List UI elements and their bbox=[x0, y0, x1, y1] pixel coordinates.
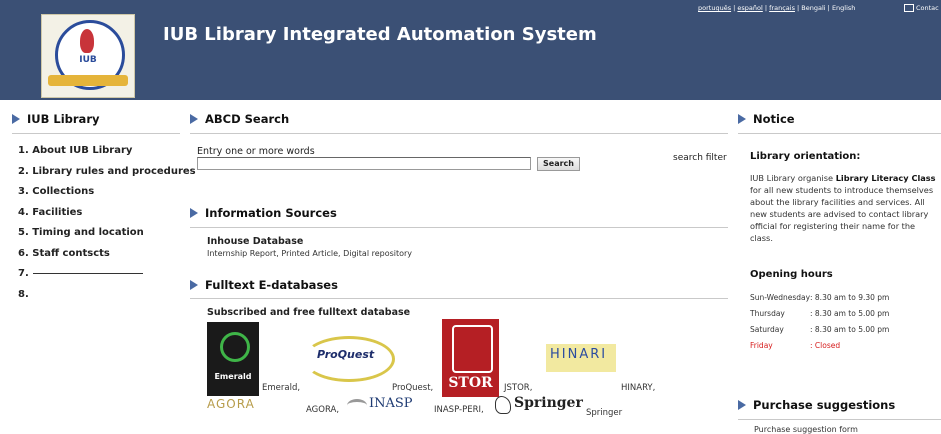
contact-link[interactable]: Contac bbox=[904, 4, 939, 12]
logo-flame-icon bbox=[80, 29, 94, 53]
hours-time: : Closed bbox=[810, 341, 841, 350]
proquest-caption: ProQuest, bbox=[392, 383, 434, 393]
iub-logo[interactable]: IUB bbox=[41, 14, 135, 98]
menu-item-staff[interactable]: 6. Staff contscts bbox=[18, 248, 196, 269]
menu-item-8[interactable]: 8. bbox=[18, 289, 196, 310]
fulltext-heading: Fulltext E-databases bbox=[190, 278, 338, 292]
divider bbox=[738, 133, 941, 134]
divider bbox=[190, 133, 728, 134]
emerald-e-icon bbox=[220, 332, 250, 362]
divider bbox=[12, 133, 180, 134]
notice-heading-label: Notice bbox=[753, 112, 795, 126]
hours-row-closed: Friday : Closed bbox=[750, 341, 889, 357]
notice-heading: Notice bbox=[738, 112, 795, 126]
arrow-right-icon bbox=[190, 280, 198, 290]
mail-icon bbox=[904, 4, 914, 12]
hinari-logo[interactable]: HINARI bbox=[546, 344, 616, 372]
inhouse-db-desc: Internship Report, Printed Article, Digi… bbox=[207, 249, 413, 258]
purchase-form-link[interactable]: Purchase suggestion form bbox=[754, 425, 858, 434]
springer-horse-icon bbox=[495, 396, 511, 414]
lang-bengali[interactable]: Bengali bbox=[801, 4, 825, 12]
hours-time: : 8.30 am to 5.00 pm bbox=[810, 309, 890, 318]
inasp-caption: INASP-PERI, bbox=[434, 405, 484, 415]
page-title: IUB Library Integrated Automation System bbox=[163, 24, 597, 45]
emerald-logo[interactable]: Emerald bbox=[207, 322, 259, 396]
orientation-heading: Library orientation: bbox=[750, 151, 861, 162]
lang-french[interactable]: français bbox=[769, 4, 795, 12]
inasp-swoosh bbox=[347, 399, 367, 412]
jstor-caption: JSTOR, bbox=[504, 383, 533, 393]
arrow-right-icon bbox=[738, 114, 746, 124]
hours-time: : 8.30 am to 9.30 pm bbox=[810, 293, 890, 302]
springer-caption: Springer bbox=[586, 408, 623, 418]
agora-caption: AGORA, bbox=[306, 405, 340, 415]
opening-hours-heading: Opening hours bbox=[750, 269, 833, 280]
hours-row: Sun-Wednesday: 8.30 am to 9.30 pm bbox=[750, 293, 889, 309]
search-input[interactable] bbox=[197, 157, 531, 170]
hours-row: Saturday : 8.30 am to 5.00 pm bbox=[750, 325, 889, 341]
divider bbox=[190, 227, 728, 228]
emerald-logo-text: Emerald bbox=[214, 372, 252, 381]
lang-portuguese[interactable]: português bbox=[698, 4, 731, 12]
agora-logo[interactable]: AGORA bbox=[207, 397, 255, 411]
info-sources-heading-label: Information Sources bbox=[205, 206, 337, 220]
hours-day: Friday bbox=[750, 341, 773, 350]
search-filter-link[interactable]: search filter bbox=[673, 153, 727, 163]
search-heading-label: ABCD Search bbox=[205, 112, 290, 126]
opening-hours-table: Sun-Wednesday: 8.30 am to 9.30 pm Thursd… bbox=[750, 293, 889, 357]
emerald-caption: Emerald, bbox=[262, 383, 301, 393]
orientation-text: IUB Library organise Library Literacy Cl… bbox=[750, 172, 940, 244]
hours-day: Thursday bbox=[750, 309, 785, 318]
arrow-right-icon bbox=[190, 114, 198, 124]
inhouse-db-link[interactable]: Inhouse Database bbox=[207, 236, 303, 247]
header-banner: IUB IUB Library Integrated Automation Sy… bbox=[0, 0, 941, 100]
orientation-text-pre: IUB Library organise bbox=[750, 173, 836, 183]
left-heading: IUB Library bbox=[12, 112, 100, 126]
hours-day: Sun-Wednesday bbox=[750, 293, 811, 302]
hinari-logo-text: HINARI bbox=[550, 347, 608, 362]
hinari-caption: HINARY, bbox=[621, 383, 656, 393]
arrow-right-icon bbox=[738, 400, 746, 410]
jstor-logo[interactable]: STOR bbox=[442, 319, 499, 397]
info-sources-heading: Information Sources bbox=[190, 206, 337, 220]
springer-logo-text: Springer bbox=[514, 395, 583, 411]
fulltext-sub: Subscribed and free fulltext database bbox=[207, 307, 411, 318]
menu-item-7-blank bbox=[32, 273, 143, 274]
hours-time: : 8.30 am to 5.00 pm bbox=[810, 325, 890, 334]
left-menu: 1. About IUB Library 2. Library rules an… bbox=[18, 145, 196, 309]
search-label: Entry one or more words bbox=[197, 146, 315, 157]
hours-day: Saturday bbox=[750, 325, 784, 334]
lang-english[interactable]: English bbox=[832, 4, 855, 12]
jstor-emblem-icon bbox=[452, 325, 493, 373]
arrow-right-icon bbox=[190, 208, 198, 218]
divider bbox=[738, 419, 941, 420]
proquest-logo-text: ProQuest bbox=[317, 348, 375, 361]
menu-item-facilities[interactable]: 4. Facilities bbox=[18, 207, 196, 228]
arrow-right-icon bbox=[12, 114, 20, 124]
purchase-heading: Purchase suggestions bbox=[738, 398, 895, 412]
menu-item-7-label: 7. bbox=[18, 268, 29, 279]
menu-item-about[interactable]: 1. About IUB Library bbox=[18, 145, 196, 166]
search-heading: ABCD Search bbox=[190, 112, 289, 126]
logo-ribbon bbox=[48, 75, 128, 86]
orientation-text-post: for all new students to introduce themse… bbox=[750, 185, 934, 243]
left-heading-label: IUB Library bbox=[27, 112, 100, 126]
contact-label: Contac bbox=[916, 4, 939, 12]
orientation-text-bold: Library Literacy Class bbox=[835, 173, 936, 183]
inasp-logo-text: INASP bbox=[369, 396, 413, 411]
language-links: português | español | français | Bengali… bbox=[698, 4, 856, 12]
jstor-logo-text: STOR bbox=[448, 375, 493, 391]
menu-item-7[interactable]: 7. bbox=[18, 268, 196, 289]
divider bbox=[190, 298, 728, 299]
logo-text: IUB bbox=[79, 55, 97, 65]
purchase-heading-label: Purchase suggestions bbox=[753, 398, 896, 412]
proquest-logo[interactable]: ProQuest bbox=[303, 328, 395, 382]
menu-item-rules[interactable]: 2. Library rules and procedures bbox=[18, 166, 196, 187]
lang-spanish[interactable]: español bbox=[737, 4, 762, 12]
hours-row: Thursday : 8.30 am to 5.00 pm bbox=[750, 309, 889, 325]
search-button[interactable]: Search bbox=[537, 157, 580, 171]
fulltext-heading-label: Fulltext E-databases bbox=[205, 278, 338, 292]
menu-item-collections[interactable]: 3. Collections bbox=[18, 186, 196, 207]
menu-item-timing[interactable]: 5. Timing and location bbox=[18, 227, 196, 248]
